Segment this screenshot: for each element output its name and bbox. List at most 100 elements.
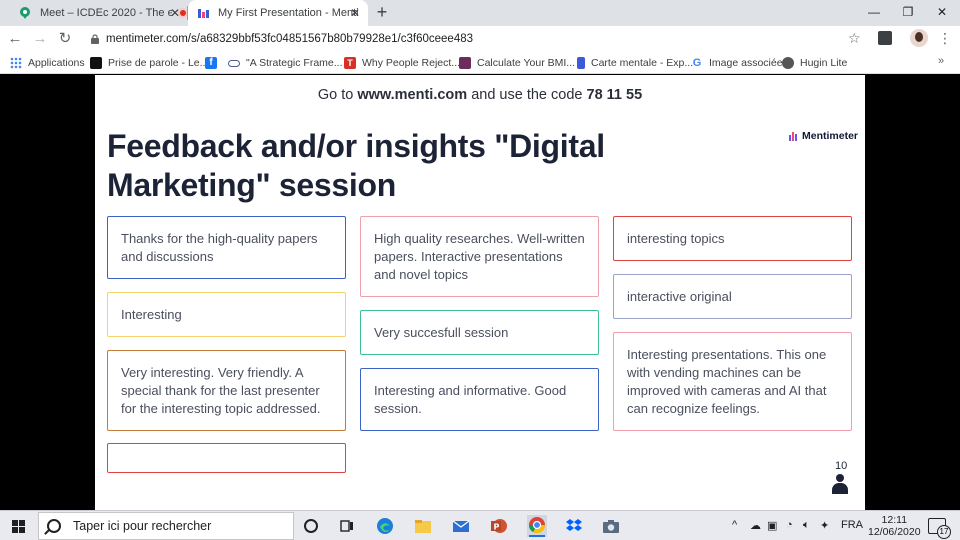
minimize-button[interactable]: — bbox=[858, 0, 890, 26]
black-square-icon bbox=[90, 57, 102, 69]
svg-text:P: P bbox=[494, 523, 500, 532]
apps-grid-icon bbox=[10, 57, 22, 69]
brand-name: Mentimeter bbox=[802, 130, 859, 142]
dropbox-icon[interactable] bbox=[565, 517, 583, 535]
bookmark-label: Carte mentale - Exp... bbox=[591, 57, 694, 69]
bookmark-bmi[interactable]: Calculate Your BMI... bbox=[459, 55, 575, 71]
windows-start-icon[interactable] bbox=[12, 520, 25, 533]
more-bookmarks-icon[interactable]: » bbox=[938, 55, 944, 67]
search-placeholder: Taper ici pour rechercher bbox=[73, 519, 212, 533]
onedrive-icon[interactable]: ☁ bbox=[750, 519, 761, 532]
bookmark-prise-de-parole[interactable]: Prise de parole - Le... bbox=[90, 55, 208, 71]
dropbox-tray-icon[interactable]: ✦ bbox=[820, 519, 829, 532]
bookmark-label: Why People Reject... bbox=[362, 57, 461, 69]
url-text: mentimeter.com/s/a68329bbf53fc04851567b8… bbox=[106, 33, 474, 45]
question-title: Feedback and/or insights "Digital Market… bbox=[107, 128, 605, 203]
task-view-icon[interactable] bbox=[338, 517, 356, 535]
powerpoint-icon[interactable]: P bbox=[490, 517, 508, 535]
system-clock[interactable]: 12:11 12/06/2020 bbox=[868, 514, 921, 538]
edge-icon[interactable] bbox=[376, 517, 394, 535]
response-text: interesting topics bbox=[627, 231, 725, 246]
bookmark-label: Prise de parole - Le... bbox=[108, 57, 209, 69]
response-card: interactive original bbox=[613, 274, 852, 319]
bookmark-label: Applications bbox=[28, 57, 85, 69]
facebook-icon: f bbox=[205, 57, 217, 69]
person-icon bbox=[831, 474, 849, 494]
clock-time: 12:11 bbox=[881, 514, 908, 526]
response-card-partial bbox=[107, 443, 346, 473]
mentimeter-brand: Mentimeter bbox=[789, 130, 858, 142]
language-indicator[interactable]: FRA bbox=[841, 519, 863, 531]
join-instructions: Go to www.menti.com and use the code 78 … bbox=[95, 87, 865, 103]
reload-icon[interactable]: ↻ bbox=[56, 30, 74, 48]
more-options-icon[interactable]: ⋮ bbox=[938, 30, 952, 47]
join-prefix: Go to bbox=[317, 87, 354, 103]
bookmark-hugin-lite[interactable]: Hugin Lite bbox=[782, 55, 847, 71]
bookmark-star-icon[interactable]: ☆ bbox=[848, 30, 861, 47]
bookmark-why-people-reject[interactable]: T Why People Reject... bbox=[344, 55, 460, 71]
show-hidden-icons[interactable]: ^ bbox=[732, 519, 737, 531]
volume-icon[interactable]: 🔈︎ bbox=[803, 519, 810, 532]
mentimeter-icon bbox=[198, 9, 209, 18]
wifi-icon[interactable]: ◔ bbox=[786, 519, 793, 531]
response-card: Very succesfull session bbox=[360, 310, 599, 355]
mentimeter-logo-icon bbox=[789, 131, 798, 141]
response-text: Interesting and informative. Good sessio… bbox=[374, 383, 567, 416]
bookmark-carte-mentale[interactable]: Carte mentale - Exp... bbox=[577, 55, 693, 71]
response-text: Very succesfull session bbox=[374, 325, 509, 340]
bookmark-label: Image associée bbox=[709, 57, 783, 69]
bookmark-image-associee[interactable]: G Image associée bbox=[691, 55, 783, 71]
chrome-icon[interactable] bbox=[527, 515, 547, 537]
hugin-icon bbox=[782, 57, 794, 69]
tab-mentimeter[interactable]: My First Presentation - Mentimet ✕ bbox=[188, 0, 368, 26]
taskbar-search-input[interactable]: Taper ici pour rechercher bbox=[38, 512, 294, 540]
restore-button[interactable]: ❐ bbox=[892, 0, 924, 26]
bookmark-facebook[interactable]: f bbox=[205, 55, 223, 71]
response-text: Interesting presentations. This one with… bbox=[627, 347, 827, 416]
address-bar[interactable]: mentimeter.com/s/a68329bbf53fc04851567b8… bbox=[80, 28, 870, 50]
google-icon: G bbox=[692, 57, 702, 69]
response-text: Very interesting. Very friendly. A speci… bbox=[121, 365, 321, 416]
notification-count: 17 bbox=[937, 525, 951, 539]
join-code: 78 11 55 bbox=[586, 87, 643, 103]
bookmark-label: Hugin Lite bbox=[800, 57, 848, 69]
bmi-icon bbox=[459, 57, 471, 69]
cortana-icon[interactable] bbox=[302, 517, 320, 535]
back-icon[interactable]: ← bbox=[6, 30, 24, 48]
clock-date: 12/06/2020 bbox=[868, 526, 921, 538]
tab-title: Meet – ICDEc 2020 - The eve bbox=[40, 7, 172, 19]
close-tab-icon[interactable]: ✕ bbox=[168, 6, 182, 20]
notification-center-icon[interactable]: 17 bbox=[928, 518, 951, 539]
response-text: Thanks for the high-quality papers and d… bbox=[121, 231, 318, 264]
forward-icon[interactable]: → bbox=[31, 30, 49, 48]
meet-tray-icon[interactable]: ▣ bbox=[767, 519, 777, 532]
avatar[interactable] bbox=[910, 29, 928, 47]
tab-title: My First Presentation - Mentimet bbox=[218, 7, 358, 19]
bookmark-label: "A Strategic Frame... bbox=[246, 57, 343, 69]
mail-icon[interactable] bbox=[452, 517, 470, 535]
response-text: High quality researches. Well-written pa… bbox=[374, 231, 585, 282]
bookmark-strategic-frame[interactable]: "A Strategic Frame... bbox=[228, 55, 343, 71]
response-card: interesting topics bbox=[613, 216, 852, 261]
participant-count: 10 bbox=[835, 460, 848, 472]
extension-icon[interactable] bbox=[878, 31, 892, 45]
response-card: Interesting presentations. This one with… bbox=[613, 332, 852, 431]
bookmark-icon bbox=[577, 57, 585, 69]
close-tab-icon[interactable]: ✕ bbox=[348, 6, 362, 20]
google-meet-icon bbox=[20, 7, 30, 19]
search-icon bbox=[47, 519, 61, 533]
file-explorer-icon[interactable] bbox=[414, 517, 432, 535]
t-logo-icon: T bbox=[344, 57, 356, 69]
bookmark-applications[interactable]: Applications bbox=[10, 55, 85, 71]
close-window-button[interactable]: ✕ bbox=[926, 0, 958, 26]
camera-icon[interactable] bbox=[602, 517, 620, 535]
response-text: Interesting bbox=[121, 307, 182, 322]
join-middle: and use the code bbox=[471, 87, 583, 103]
response-card: High quality researches. Well-written pa… bbox=[360, 216, 599, 297]
windows-taskbar: Taper ici pour rechercher P ^ ☁ ▣ ◔ 🔈︎ ✦… bbox=[0, 510, 960, 540]
tab-strip: Meet – ICDEc 2020 - The eve ✕ My First P… bbox=[0, 0, 960, 26]
bookmark-label: Calculate Your BMI... bbox=[477, 57, 576, 69]
new-tab-button[interactable]: + bbox=[374, 3, 390, 21]
tab-meet[interactable]: Meet – ICDEc 2020 - The eve ✕ bbox=[10, 0, 188, 26]
slide: Go to www.menti.com and use the code 78 … bbox=[95, 75, 865, 510]
